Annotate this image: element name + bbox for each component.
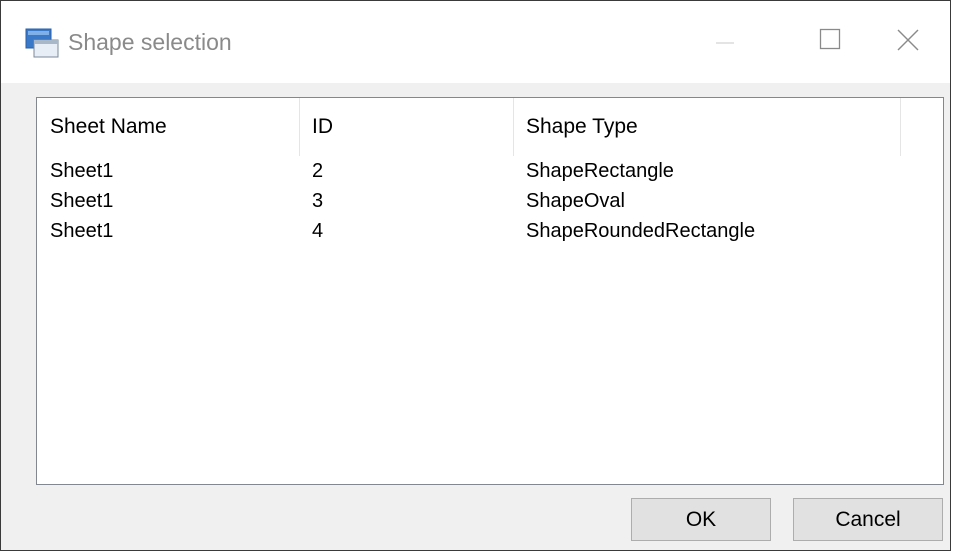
table-row[interactable]: Sheet1 3 ShapeOval — [37, 186, 943, 216]
shape-list-view[interactable]: Sheet Name ID Shape Type Sheet1 2 ShapeR… — [36, 97, 944, 485]
window-app-icon — [25, 28, 59, 60]
title-bar[interactable]: Shape selection — [1, 1, 950, 83]
cell-sheet-name: Sheet1 — [50, 160, 114, 182]
cell-id: 3 — [312, 190, 324, 212]
column-header-sheet-name[interactable]: Sheet Name — [37, 98, 299, 156]
cancel-button[interactable]: Cancel — [793, 498, 943, 541]
ok-button[interactable]: OK — [631, 498, 771, 541]
cell-id: 4 — [312, 220, 324, 242]
minimize-icon — [716, 42, 734, 44]
maximize-icon — [819, 28, 841, 50]
table-row[interactable]: Sheet1 4 ShapeRoundedRectangle — [37, 216, 943, 246]
cell-id: 2 — [312, 160, 324, 182]
minimize-button[interactable] — [695, 19, 755, 69]
close-icon — [897, 29, 919, 51]
shape-selection-dialog: Shape selection Sheet Name ID Shape Type — [0, 0, 951, 551]
table-row[interactable]: Sheet1 2 ShapeRectangle — [37, 156, 943, 186]
list-header: Sheet Name ID Shape Type — [37, 98, 943, 156]
cell-shape-type: ShapeRectangle — [526, 160, 674, 182]
maximize-button[interactable] — [803, 19, 863, 69]
cell-sheet-name: Sheet1 — [50, 220, 114, 242]
cell-shape-type: ShapeRoundedRectangle — [526, 220, 756, 242]
column-header-shape-type[interactable]: Shape Type — [513, 98, 900, 156]
cell-sheet-name: Sheet1 — [50, 190, 114, 212]
close-button[interactable] — [881, 19, 941, 69]
window-title: Shape selection — [68, 29, 232, 55]
column-header-id[interactable]: ID — [299, 98, 513, 156]
column-divider[interactable] — [900, 98, 901, 156]
cell-shape-type: ShapeOval — [526, 190, 625, 212]
